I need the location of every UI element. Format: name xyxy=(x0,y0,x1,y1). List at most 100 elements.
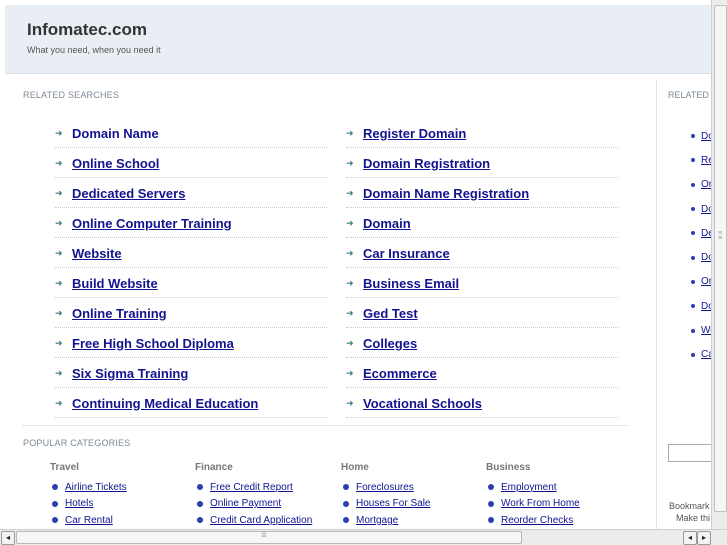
bullet-icon xyxy=(197,500,203,507)
related-search-link[interactable]: Online Computer Training xyxy=(72,216,232,231)
category-link[interactable]: Credit Card Application xyxy=(210,515,312,526)
category-item[interactable]: Car Rental xyxy=(50,512,190,529)
vertical-scrollbar[interactable]: ≡ ≡ xyxy=(711,0,727,530)
arrow-right-icon: ➜ xyxy=(346,217,354,228)
horizontal-scrollbar-thumb[interactable]: ⁞⁞⁞⁞⁞ xyxy=(16,531,522,544)
category-item[interactable]: Online Payment xyxy=(195,496,335,513)
related-search-link[interactable]: Website xyxy=(72,246,122,261)
related-search-link[interactable]: Dedicated Servers xyxy=(72,186,185,201)
related-search-row[interactable]: ➜ Ecommerce xyxy=(346,359,618,388)
category-link[interactable]: Airline Tickets xyxy=(65,482,127,493)
related-search-row[interactable]: ➜ Car Insurance xyxy=(346,239,618,268)
related-search-link[interactable]: Domain Registration xyxy=(363,156,490,171)
scroll-left-button-right[interactable]: ◂ xyxy=(683,531,697,545)
related-search-link[interactable]: Continuing Medical Education xyxy=(72,396,258,411)
category-item[interactable]: Employment xyxy=(486,479,626,496)
bookmark-line-1: Bookmark xyxy=(669,501,710,511)
related-search-row[interactable]: ➜ Free High School Diploma xyxy=(55,329,327,358)
related-search-row[interactable]: ➜ Continuing Medical Education xyxy=(55,389,327,418)
category-link[interactable]: Reorder Checks xyxy=(501,515,573,526)
bullet-icon xyxy=(488,517,494,524)
arrow-right-icon: ➜ xyxy=(55,307,63,318)
category-link[interactable]: Work From Home xyxy=(501,498,580,509)
arrow-right-icon: ➜ xyxy=(346,127,354,138)
related-search-link[interactable]: Online Training xyxy=(72,306,167,321)
related-search-row[interactable]: ➜ Ged Test xyxy=(346,299,618,328)
category-item[interactable]: Free Credit Report xyxy=(195,479,335,496)
vertical-scrollbar-thumb[interactable]: ≡ ≡ xyxy=(714,5,727,512)
related-search-row[interactable]: ➜ Dedicated Servers xyxy=(55,179,327,208)
sidebar-heading: RELATED xyxy=(668,90,709,100)
category-link[interactable]: Car Rental xyxy=(65,515,113,526)
related-search-row[interactable]: ➜ Online Training xyxy=(55,299,327,328)
related-search-link[interactable]: Car Insurance xyxy=(363,246,450,261)
arrow-right-icon: ➜ xyxy=(346,367,354,378)
site-title[interactable]: Infomatec.com xyxy=(27,20,147,40)
scroll-left-button[interactable]: ◂ xyxy=(1,531,15,545)
category-link[interactable]: Houses For Sale xyxy=(356,498,430,509)
category-title: Travel xyxy=(50,462,79,473)
category-link[interactable]: Mortgage xyxy=(356,515,398,526)
related-search-row[interactable]: ➜ Domain xyxy=(346,209,618,238)
category-link[interactable]: Online Payment xyxy=(210,498,281,509)
related-search-link[interactable]: Domain xyxy=(363,216,411,231)
bullet-icon xyxy=(691,279,695,284)
bullet-icon xyxy=(488,500,494,507)
sidebar-bookmark-text[interactable]: Bookmark Make thi xyxy=(669,500,710,524)
related-search-row[interactable]: ➜ Register Domain xyxy=(346,119,618,148)
related-search-row[interactable]: ➜ Online Computer Training xyxy=(55,209,327,238)
category-item[interactable]: Foreclosures xyxy=(341,479,481,496)
related-search-row[interactable]: ➜ Online School xyxy=(55,149,327,178)
category-link[interactable]: Employment xyxy=(501,482,557,493)
related-search-row[interactable]: ➜ Six Sigma Training xyxy=(55,359,327,388)
horizontal-scrollbar[interactable]: ◂ ⁞⁞⁞⁞⁞ ◂ ▸ xyxy=(0,529,727,545)
related-search-row[interactable]: ➜ Domain Name Registration xyxy=(346,179,618,208)
scroll-right-button[interactable]: ▸ xyxy=(697,531,711,545)
category-link[interactable]: Hotels xyxy=(65,498,93,509)
related-searches-heading: RELATED SEARCHES xyxy=(23,90,120,100)
arrow-right-icon: ➜ xyxy=(346,247,354,258)
category-item[interactable]: Airline Tickets xyxy=(50,479,190,496)
category-link[interactable]: Free Credit Report xyxy=(210,482,293,493)
related-search-link[interactable]: Register Domain xyxy=(363,126,466,141)
arrow-right-icon: ➜ xyxy=(346,277,354,288)
related-search-link[interactable]: Colleges xyxy=(363,336,417,351)
related-search-row[interactable]: ➜ Domain Name xyxy=(55,119,327,148)
related-search-link[interactable]: Domain Name xyxy=(72,126,159,141)
site-header: Infomatec.com What you need, when you ne… xyxy=(5,5,727,74)
arrow-right-icon: ➜ xyxy=(55,337,63,348)
related-search-row[interactable]: ➜ Build Website xyxy=(55,269,327,298)
bullet-icon xyxy=(197,484,203,491)
category-item[interactable]: Reorder Checks xyxy=(486,512,626,529)
bullet-icon xyxy=(343,500,349,507)
bullet-icon xyxy=(691,158,695,163)
category-item[interactable]: Work From Home xyxy=(486,496,626,513)
bullet-icon xyxy=(343,517,349,524)
related-search-link[interactable]: Ged Test xyxy=(363,306,418,321)
related-search-link[interactable]: Build Website xyxy=(72,276,158,291)
related-search-link[interactable]: Ecommerce xyxy=(363,366,437,381)
related-search-link[interactable]: Six Sigma Training xyxy=(72,366,188,381)
related-search-link[interactable]: Online School xyxy=(72,156,159,171)
arrow-right-icon: ➜ xyxy=(346,337,354,348)
category-item[interactable]: Mortgage xyxy=(341,512,481,529)
related-search-row[interactable]: ➜ Domain Registration xyxy=(346,149,618,178)
related-search-link[interactable]: Vocational Schools xyxy=(363,396,482,411)
related-search-row[interactable]: ➜ Business Email xyxy=(346,269,618,298)
bullet-icon xyxy=(691,134,695,139)
arrow-right-icon: ➜ xyxy=(55,217,63,228)
related-search-link[interactable]: Business Email xyxy=(363,276,459,291)
arrow-right-icon: ➜ xyxy=(55,187,63,198)
category-item[interactable]: Houses For Sale xyxy=(341,496,481,513)
category-item[interactable]: Credit Card Application xyxy=(195,512,335,529)
category-link[interactable]: Foreclosures xyxy=(356,482,414,493)
related-search-row[interactable]: ➜ Vocational Schools xyxy=(346,389,618,418)
related-search-link[interactable]: Free High School Diploma xyxy=(72,336,234,351)
category-title: Finance xyxy=(195,462,233,473)
related-search-row[interactable]: ➜ Colleges xyxy=(346,329,618,358)
arrow-right-icon: ➜ xyxy=(346,397,354,408)
category-item[interactable]: Hotels xyxy=(50,496,190,513)
related-search-link[interactable]: Domain Name Registration xyxy=(363,186,529,201)
related-search-row[interactable]: ➜ Website xyxy=(55,239,327,268)
section-divider xyxy=(23,425,628,426)
